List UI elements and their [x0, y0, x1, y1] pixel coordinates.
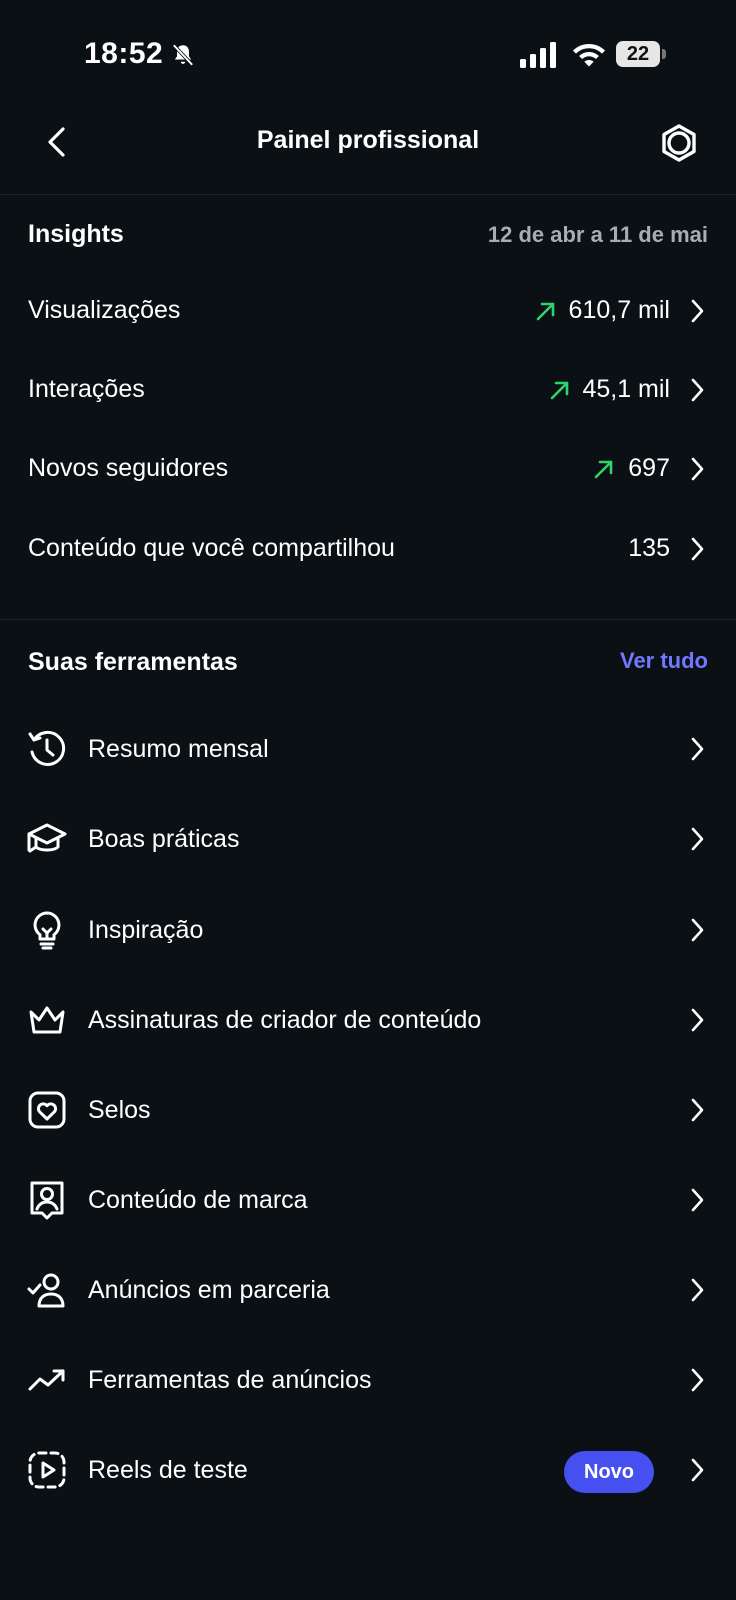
page-title: Painel profissional [256, 126, 480, 154]
chevron-right-icon [691, 1278, 704, 1302]
chevron-right-icon [691, 827, 704, 851]
wifi-icon [573, 44, 605, 67]
trending-up-icon [28, 1369, 65, 1391]
tool-label: Conteúdo de marca [88, 1186, 308, 1214]
tool-item-ad-tools[interactable]: Ferramentas de anúncios [0, 1335, 736, 1425]
metric-label: Visualizações [28, 296, 181, 324]
chevron-right-icon [691, 299, 704, 323]
tool-label: Inspiração [88, 916, 204, 944]
tool-label: Ferramentas de anúncios [88, 1366, 372, 1394]
tool-label: Resumo mensal [88, 735, 269, 763]
trend-up-icon [536, 302, 555, 321]
history-icon [28, 730, 66, 766]
chevron-right-icon [691, 1098, 704, 1122]
new-badge: Novo [564, 1451, 654, 1493]
status-time: 18:52 [84, 37, 164, 70]
chevron-right-icon [691, 1188, 704, 1212]
tool-label: Selos [88, 1096, 151, 1124]
tool-item-best-practices[interactable]: Boas práticas [0, 794, 736, 884]
trend-up-icon [550, 381, 569, 400]
date-range[interactable]: 12 de abr a 11 de mai [488, 222, 708, 248]
metric-row-shared-content[interactable]: Conteúdo que você compartilhou 135 [0, 514, 736, 584]
tools-heading: Suas ferramentas [28, 648, 238, 676]
battery-level: 22 [616, 41, 660, 67]
tool-item-creator-subscriptions[interactable]: Assinaturas de criador de conteúdo [0, 975, 736, 1065]
metric-label: Conteúdo que você compartilhou [28, 534, 395, 562]
reels-test-icon [28, 1451, 66, 1489]
crown-icon [29, 1006, 65, 1034]
tool-item-monthly-summary[interactable]: Resumo mensal [0, 704, 736, 794]
chevron-right-icon [691, 737, 704, 761]
tool-label: Boas práticas [88, 825, 240, 853]
metric-label: Interações [28, 375, 145, 403]
tool-item-badges[interactable]: Selos [0, 1065, 736, 1155]
branded-content-icon [30, 1181, 64, 1220]
lightbulb-icon [33, 911, 61, 950]
insights-heading: Insights [28, 220, 124, 248]
graduation-cap-icon [27, 823, 67, 853]
heart-badge-icon [28, 1091, 66, 1129]
bell-slash-icon [172, 44, 194, 66]
metric-value: 610,7 mil [568, 296, 670, 324]
chevron-right-icon [691, 1458, 704, 1482]
metric-value: 45,1 mil [582, 375, 670, 403]
tool-label: Anúncios em parceria [88, 1276, 330, 1304]
tool-label: Assinaturas de criador de conteúdo [88, 1006, 482, 1034]
insights-section: Insights 12 de abr a 11 de mai Visualiza… [0, 194, 736, 620]
metric-row-views[interactable]: Visualizações 610,7 mil [0, 276, 736, 346]
tool-item-branded-content[interactable]: Conteúdo de marca [0, 1155, 736, 1245]
metric-value: 697 [628, 454, 670, 482]
tools-section: Suas ferramentas Ver tudo Resumo mensal … [0, 620, 736, 1520]
tool-item-partnership-ads[interactable]: Anúncios em parceria [0, 1245, 736, 1335]
signal-icon [520, 42, 556, 68]
metric-row-interactions[interactable]: Interações 45,1 mil [0, 355, 736, 425]
chevron-right-icon [691, 378, 704, 402]
top-header: Painel profissional [0, 110, 736, 195]
battery-nub [662, 49, 666, 59]
chevron-right-icon [691, 537, 704, 561]
chevron-right-icon [691, 1008, 704, 1032]
chevron-right-icon [691, 918, 704, 942]
tool-item-inspiration[interactable]: Inspiração [0, 885, 736, 975]
see-all-link[interactable]: Ver tudo [620, 648, 708, 674]
partner-ads-icon [27, 1273, 65, 1308]
gear-icon[interactable] [658, 122, 700, 164]
status-bar: 18:52 22 [0, 0, 736, 110]
tool-label: Reels de teste [88, 1456, 248, 1484]
battery-icon: 22 [616, 41, 668, 69]
tool-item-trial-reels[interactable]: Reels de teste Novo [0, 1425, 736, 1515]
trend-up-icon [594, 460, 613, 479]
chevron-right-icon [691, 457, 704, 481]
metric-row-new-followers[interactable]: Novos seguidores 697 [0, 434, 736, 504]
chevron-right-icon [691, 1368, 704, 1392]
metric-label: Novos seguidores [28, 454, 229, 482]
metric-value: 135 [628, 534, 670, 562]
